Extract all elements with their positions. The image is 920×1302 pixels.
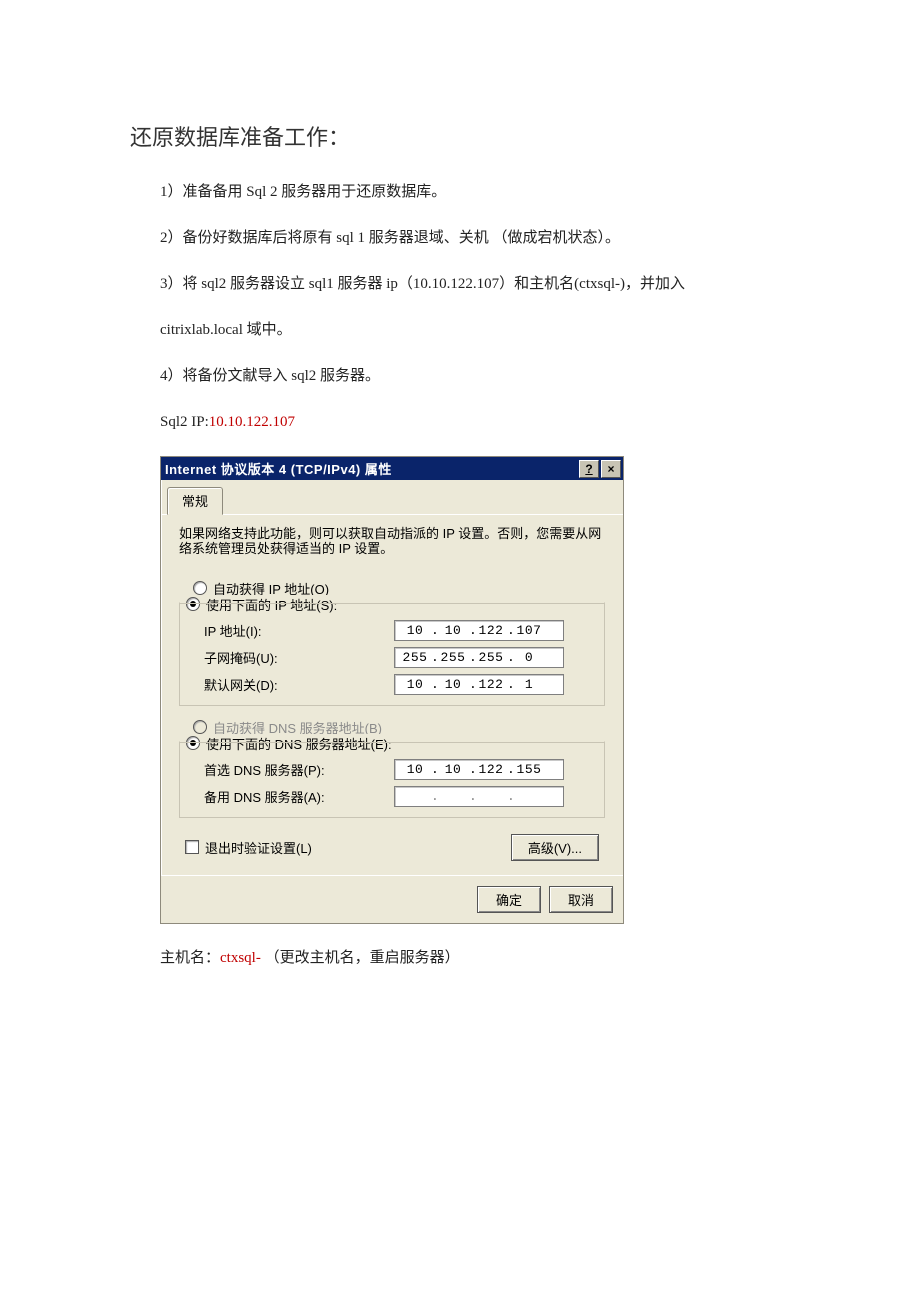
dialog-title: Internet 协议版本 4 (TCP/IPv4) 属性	[165, 459, 577, 478]
checkbox-icon	[185, 840, 199, 854]
ok-button[interactable]: 确定	[477, 886, 541, 913]
advanced-button[interactable]: 高级(V)...	[511, 834, 599, 861]
section-title: 还原数据库准备工作：	[130, 120, 790, 152]
default-gateway-input[interactable]: 10. 10. 122. 1	[394, 674, 564, 695]
tab-general[interactable]: 常规	[167, 487, 223, 515]
ok-button-label: 确定	[496, 893, 522, 908]
dialog-button-row: 确定 取消	[161, 875, 623, 923]
help-button[interactable]: ?	[579, 460, 599, 478]
preferred-dns-label: 首选 DNS 服务器(P):	[204, 760, 394, 779]
info-text: 如果网络支持此功能，则可以获取自动指派的 IP 设置。否则，您需要从网络系统管理…	[179, 527, 605, 557]
radio-icon	[193, 720, 207, 734]
alternate-dns-input[interactable]: . . .	[394, 786, 564, 807]
radio-icon	[186, 597, 200, 611]
exit-validate-checkbox[interactable]: 退出时验证设置(L)	[185, 838, 312, 857]
advanced-row: 退出时验证设置(L) 高级(V)...	[185, 834, 599, 861]
default-gateway-label: 默认网关(D):	[204, 675, 394, 694]
sql2-ip-line: Sql2 IP:10.10.122.107	[160, 410, 790, 434]
close-icon: ×	[607, 462, 614, 476]
help-icon: ?	[585, 462, 592, 476]
step-4: 4）将备份文献导入 sql2 服务器。	[160, 364, 790, 388]
ip-address-input[interactable]: 10. 10. 122. 107	[394, 620, 564, 641]
close-button[interactable]: ×	[601, 460, 621, 478]
step-1: 1）准备备用 Sql 2 服务器用于还原数据库。	[160, 180, 790, 204]
step-3a: 3）将 sql2 服务器设立 sql1 服务器 ip（10.10.122.107…	[160, 272, 790, 296]
field-alternate-dns: 备用 DNS 服务器(A): . . .	[204, 786, 598, 807]
hostname-tail: （更改主机名，重启服务器）	[265, 950, 460, 966]
step-2: 2）备份好数据库后将原有 sql 1 服务器退域、关机 （做成宕机状态）。	[160, 226, 790, 250]
hostname-line: 主机名：ctxsql- （更改主机名，重启服务器）	[160, 946, 790, 967]
radio-dns-manual[interactable]: 使用下面的 DNS 服务器地址(E):	[186, 734, 398, 753]
field-ip-address: IP 地址(I): 10. 10. 122. 107	[204, 620, 598, 641]
alternate-dns-label: 备用 DNS 服务器(A):	[204, 787, 394, 806]
dialog-titlebar: Internet 协议版本 4 (TCP/IPv4) 属性 ? ×	[161, 457, 623, 480]
radio-dns-manual-label: 使用下面的 DNS 服务器地址(E):	[206, 734, 392, 753]
field-subnet-mask: 子网掩码(U): 255. 255. 255. 0	[204, 647, 598, 668]
radio-icon	[193, 581, 207, 595]
field-default-gateway: 默认网关(D): 10. 10. 122. 1	[204, 674, 598, 695]
tab-general-label: 常规	[182, 494, 208, 509]
radio-ip-manual-label: 使用下面的 IP 地址(S):	[206, 595, 337, 614]
exit-validate-label: 退出时验证设置(L)	[205, 838, 312, 857]
field-preferred-dns: 首选 DNS 服务器(P): 10. 10. 122. 155	[204, 759, 598, 780]
sql2-ip-value: 10.10.122.107	[209, 414, 295, 430]
radio-ip-manual[interactable]: 使用下面的 IP 地址(S):	[186, 595, 343, 614]
dns-group: 使用下面的 DNS 服务器地址(E): 首选 DNS 服务器(P): 10. 1…	[179, 741, 605, 818]
dialog-body: 如果网络支持此功能，则可以获取自动指派的 IP 设置。否则，您需要从网络系统管理…	[161, 515, 623, 875]
advanced-button-label: 高级(V)...	[528, 841, 582, 856]
cancel-button-label: 取消	[568, 893, 594, 908]
ipv4-properties-dialog: Internet 协议版本 4 (TCP/IPv4) 属性 ? × 常规 如果网…	[160, 456, 624, 924]
cancel-button[interactable]: 取消	[549, 886, 613, 913]
radio-icon	[186, 736, 200, 750]
ip-address-label: IP 地址(I):	[204, 621, 394, 640]
document-page: 还原数据库准备工作： 1）准备备用 Sql 2 服务器用于还原数据库。 2）备份…	[0, 0, 920, 1027]
preferred-dns-input[interactable]: 10. 10. 122. 155	[394, 759, 564, 780]
sql2-ip-label: Sql2 IP:	[160, 414, 209, 430]
hostname-value: ctxsql-	[220, 950, 265, 966]
hostname-label: 主机名：	[160, 950, 220, 966]
subnet-mask-label: 子网掩码(U):	[204, 648, 394, 667]
step-3b: citrixlab.local 域中。	[160, 318, 790, 342]
subnet-mask-input[interactable]: 255. 255. 255. 0	[394, 647, 564, 668]
tab-strip: 常规	[161, 480, 623, 515]
ip-group: 使用下面的 IP 地址(S): IP 地址(I): 10. 10. 122. 1…	[179, 602, 605, 706]
